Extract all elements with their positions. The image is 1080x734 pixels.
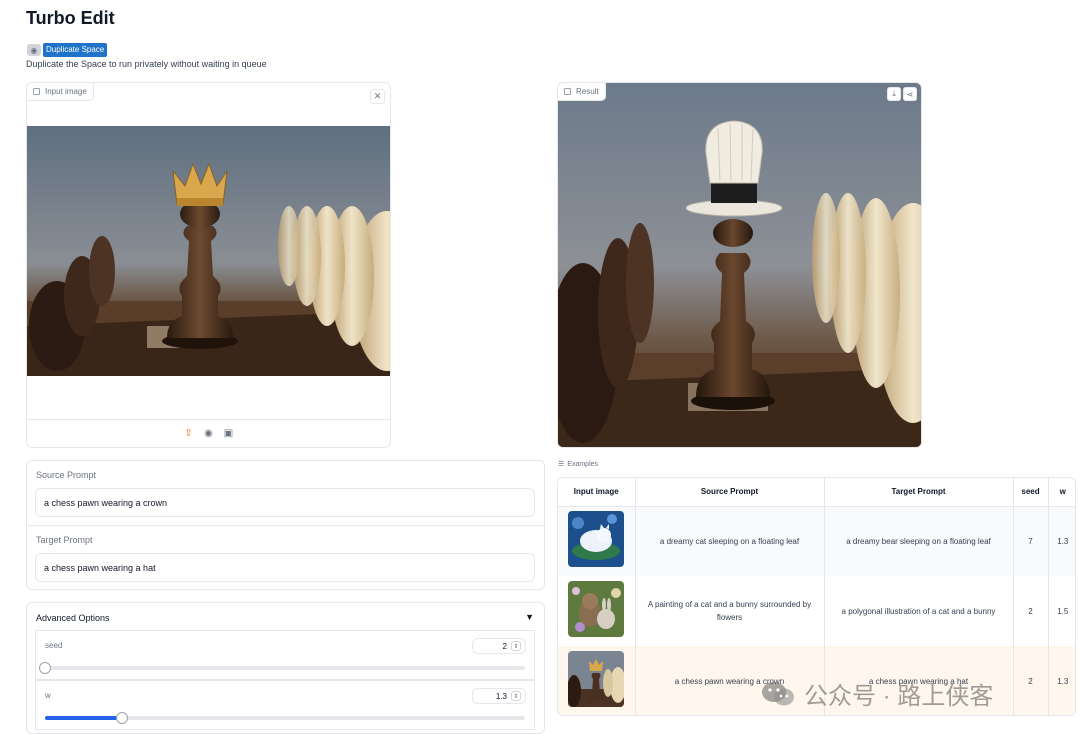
example-target-cell[interactable]: a dreamy bear sleeping on a floating lea… <box>824 506 1014 576</box>
caret-down-icon[interactable]: ▼ <box>525 612 534 622</box>
example-seed-cell[interactable]: 7 <box>1013 506 1049 576</box>
prompt-fields: Source Prompt a chess pawn wearing a cro… <box>26 460 545 590</box>
example-image-cell[interactable] <box>558 506 636 576</box>
share-icon[interactable]: ⋖ <box>903 87 917 101</box>
example-w-cell[interactable]: 1.5 <box>1048 576 1075 646</box>
example-w-cell[interactable]: 1.3 <box>1048 506 1075 576</box>
upload-icon[interactable]: ⇪ <box>183 428 195 440</box>
example-row[interactable]: A painting of a cat and a bunny surround… <box>558 576 1075 646</box>
watermark-text: 公众号 · 路上侠客 <box>804 683 994 710</box>
image-icon <box>33 88 40 95</box>
advanced-options-title[interactable]: Advanced Options <box>36 613 110 623</box>
target-prompt-label: Target Prompt <box>36 535 93 545</box>
seed-label: seed <box>45 641 63 650</box>
example-image-cell[interactable] <box>558 646 636 715</box>
example-source-cell[interactable]: a dreamy cat sleeping on a floating leaf <box>635 506 825 576</box>
example-target-cell[interactable]: a polygonal illustration of a cat and a … <box>824 576 1014 646</box>
advanced-options-accordion: Advanced Options ▼ seed 2 ⇕ w 1.3 ⇕ <box>26 602 545 734</box>
column-header: Input image <box>558 478 636 507</box>
clipboard-icon[interactable]: ▣ <box>223 428 235 440</box>
table-header-row: Input image Source Prompt Target Prompt … <box>558 478 1075 507</box>
column-header: w <box>1048 478 1075 507</box>
duplicate-space-button[interactable]: Duplicate Space <box>43 43 108 57</box>
example-row[interactable]: a dreamy cat sleeping on a floating leaf… <box>558 506 1075 576</box>
column-header: seed <box>1013 478 1049 507</box>
watermark: 公众号 · 路上侠客 <box>760 676 993 711</box>
w-label: w <box>45 691 51 700</box>
duplicate-description: Duplicate the Space to run privately wit… <box>26 59 267 69</box>
stepper-icon[interactable]: ⇕ <box>511 691 521 701</box>
target-prompt-field: Target Prompt a chess pawn wearing a hat <box>27 526 544 590</box>
image-icon <box>564 88 571 95</box>
example-source-cell[interactable]: A painting of a cat and a bunny surround… <box>635 576 825 646</box>
w-slider-card: w 1.3 ⇕ <box>35 680 535 730</box>
input-image-label: Input image <box>27 83 94 101</box>
cat-bunny-painting-thumbnail[interactable] <box>568 581 625 637</box>
column-header: Source Prompt <box>635 478 825 507</box>
seed-slider-track[interactable] <box>39 662 525 674</box>
duplicate-row: ◉ Duplicate Space <box>27 43 108 57</box>
cat-on-leaf-thumbnail[interactable] <box>568 511 625 568</box>
result-actions-overlay: ⤓ ⋖ <box>887 87 917 101</box>
example-w-cell[interactable]: 1.3 <box>1048 646 1075 715</box>
clear-image-button[interactable]: ✕ <box>370 89 385 104</box>
webcam-icon[interactable]: ◉ <box>203 428 215 440</box>
target-prompt-input[interactable]: a chess pawn wearing a hat <box>35 553 535 582</box>
seed-slider-thumb[interactable] <box>39 662 51 674</box>
seed-number-input[interactable]: 2 ⇕ <box>472 638 526 654</box>
example-image-cell[interactable] <box>558 576 636 646</box>
column-header: Target Prompt <box>824 478 1014 507</box>
list-icon: ☰ <box>558 461 565 468</box>
image-source-bar: ⇪ ◉ ▣ <box>27 419 390 447</box>
input-image[interactable] <box>27 126 391 376</box>
example-seed-cell[interactable]: 2 <box>1013 576 1049 646</box>
input-image-panel: Input image ✕ ⇪ ◉ ▣ <box>26 82 391 448</box>
source-prompt-input[interactable]: a chess pawn wearing a crown <box>35 488 535 517</box>
examples-label: ☰ Examples <box>558 460 599 469</box>
result-panel: Result ⤓ ⋖ <box>557 82 922 448</box>
w-number-input[interactable]: 1.3 ⇕ <box>472 688 526 704</box>
seed-slider-card: seed 2 ⇕ <box>35 630 535 680</box>
stepper-icon[interactable]: ⇕ <box>511 641 521 651</box>
download-icon[interactable]: ⤓ <box>887 87 901 101</box>
example-seed-cell[interactable]: 2 <box>1013 646 1049 715</box>
w-slider-thumb[interactable] <box>115 712 128 724</box>
source-prompt-label: Source Prompt <box>36 470 97 480</box>
page-title: Turbo Edit <box>26 8 115 28</box>
result-image <box>558 83 921 447</box>
source-prompt-field: Source Prompt a chess pawn wearing a cro… <box>27 461 544 525</box>
chess-pawn-thumbnail[interactable] <box>567 651 627 707</box>
result-label-overlay: Result <box>558 83 606 101</box>
w-slider-track[interactable] <box>45 712 525 724</box>
wechat-icon <box>762 681 794 705</box>
w-slider-fill <box>45 716 122 720</box>
hf-logo-icon: ◉ <box>27 44 41 56</box>
